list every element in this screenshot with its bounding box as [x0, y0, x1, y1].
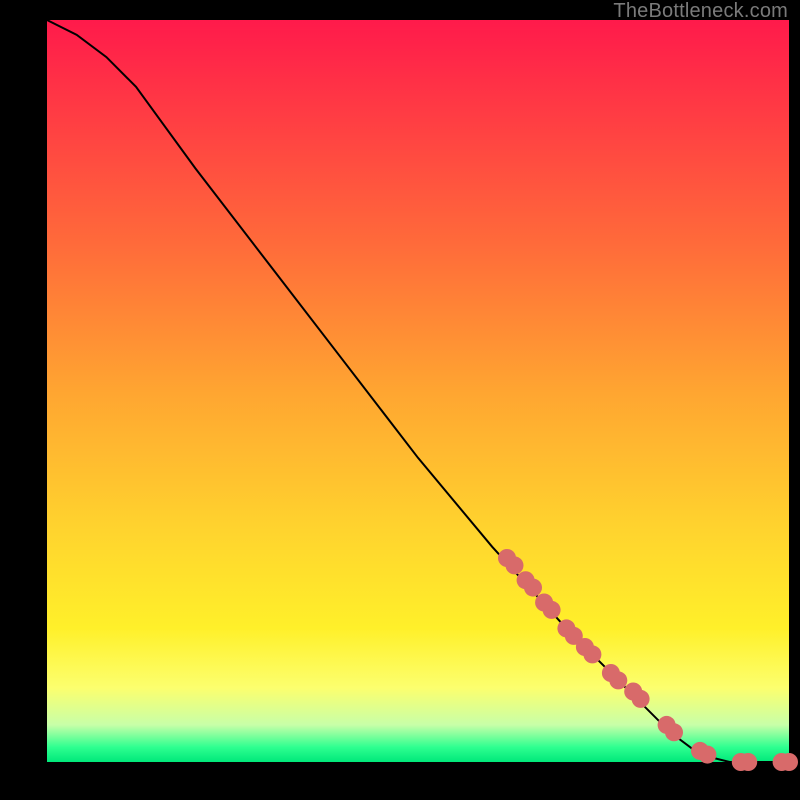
data-point: [543, 601, 561, 619]
chart-frame: TheBottleneck.com: [0, 0, 800, 800]
data-point: [609, 671, 627, 689]
bottleneck-curve: [47, 20, 789, 762]
highlighted-points: [498, 549, 798, 771]
data-point: [632, 690, 650, 708]
data-point: [583, 645, 601, 663]
data-point: [524, 579, 542, 597]
data-point: [739, 753, 757, 771]
plot-area: [47, 20, 789, 762]
data-point: [780, 753, 798, 771]
chart-overlay: [47, 20, 789, 762]
data-point: [698, 746, 716, 764]
data-point: [506, 556, 524, 574]
data-point: [665, 723, 683, 741]
